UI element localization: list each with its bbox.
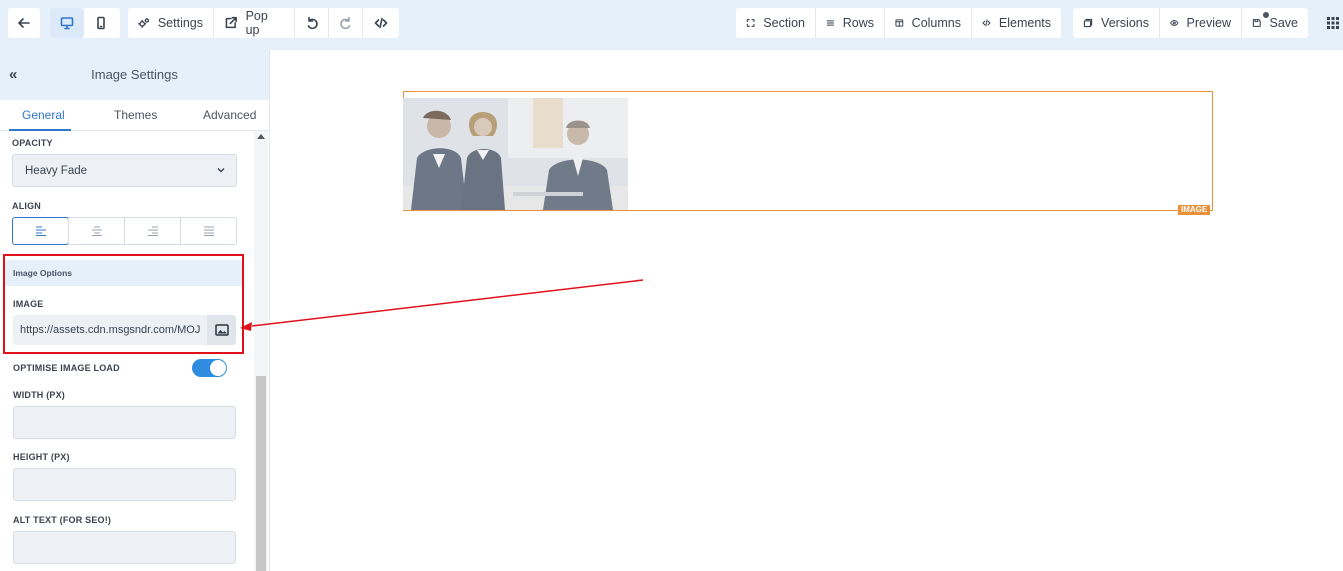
opacity-label: OPACITY bbox=[12, 138, 53, 148]
scroll-up-arrow-icon[interactable] bbox=[257, 134, 265, 139]
mobile-icon bbox=[97, 16, 105, 30]
alt-text-label: ALT TEXT (FOR SEO!) bbox=[13, 515, 112, 525]
tab-themes[interactable]: Themes bbox=[114, 108, 157, 122]
section-button[interactable]: Section bbox=[736, 8, 815, 38]
code-icon bbox=[982, 19, 991, 27]
chevron-down-icon bbox=[217, 168, 225, 173]
elements-button[interactable]: Elements bbox=[971, 8, 1061, 38]
eye-icon bbox=[1170, 20, 1179, 26]
tab-general[interactable]: General bbox=[22, 108, 65, 122]
mobile-view-button[interactable] bbox=[84, 8, 118, 38]
section-label: Section bbox=[763, 16, 805, 30]
optimise-image-label: OPTIMISE IMAGE LOAD bbox=[13, 363, 120, 373]
device-switcher bbox=[50, 8, 120, 38]
grid-icon bbox=[1326, 17, 1339, 29]
list-icon bbox=[826, 20, 834, 26]
columns-button[interactable]: Columns bbox=[884, 8, 971, 38]
toggle-knob bbox=[210, 360, 226, 376]
align-justify-icon bbox=[203, 226, 214, 236]
element-type-tag: IMAGE bbox=[1178, 205, 1211, 215]
redo-button[interactable] bbox=[328, 8, 362, 38]
sidebar-header: « Image Settings bbox=[0, 50, 269, 100]
elements-label: Elements bbox=[998, 16, 1051, 30]
width-input[interactable] bbox=[13, 406, 236, 439]
redo-icon bbox=[339, 16, 350, 30]
scrollbar-thumb[interactable] bbox=[256, 376, 266, 571]
versions-icon bbox=[1083, 18, 1093, 28]
align-right-button[interactable] bbox=[124, 218, 180, 244]
align-justify-button[interactable] bbox=[180, 218, 236, 244]
desktop-view-button[interactable] bbox=[50, 8, 84, 38]
align-center-icon bbox=[91, 226, 102, 236]
settings-sidebar: « Image Settings General Themes Advanced… bbox=[0, 50, 270, 571]
popup-button[interactable]: Pop up bbox=[213, 8, 294, 38]
tab-advanced[interactable]: Advanced bbox=[203, 108, 256, 122]
editor-tools: Settings Pop up bbox=[128, 8, 399, 38]
width-label: WIDTH (PX) bbox=[13, 390, 65, 400]
save-label: Save bbox=[1269, 16, 1299, 30]
rows-label: Rows bbox=[842, 16, 874, 30]
settings-label: Settings bbox=[157, 16, 203, 30]
optimise-image-toggle[interactable] bbox=[192, 359, 227, 377]
align-center-button[interactable] bbox=[68, 218, 124, 244]
business-meeting-image bbox=[403, 98, 628, 210]
expand-icon bbox=[746, 19, 755, 27]
undo-button[interactable] bbox=[294, 8, 328, 38]
code-icon bbox=[374, 17, 388, 29]
height-input[interactable] bbox=[13, 468, 236, 501]
preview-label: Preview bbox=[1186, 16, 1231, 30]
gears-icon bbox=[138, 18, 150, 28]
back-button[interactable] bbox=[8, 8, 40, 38]
structure-tools: Section Rows Columns Elements bbox=[736, 8, 1061, 38]
external-link-icon bbox=[225, 16, 237, 29]
save-button[interactable]: Save bbox=[1241, 8, 1308, 38]
preview-button[interactable]: Preview bbox=[1159, 8, 1241, 38]
sidebar-scrollbar[interactable] bbox=[254, 131, 268, 571]
versions-button[interactable]: Versions bbox=[1073, 8, 1159, 38]
versions-label: Versions bbox=[1101, 16, 1149, 30]
desktop-icon bbox=[60, 17, 74, 30]
save-icon bbox=[1252, 19, 1261, 27]
align-right-icon bbox=[147, 226, 158, 236]
opacity-value: Heavy Fade bbox=[25, 165, 88, 177]
top-toolbar: Settings Pop up Section Rows Columns Ele… bbox=[0, 0, 1343, 50]
code-button[interactable] bbox=[362, 8, 399, 38]
annotation-highlight-box bbox=[3, 254, 244, 354]
opacity-select[interactable]: Heavy Fade bbox=[12, 154, 237, 187]
align-left-icon bbox=[35, 226, 46, 236]
sidebar-title: Image Settings bbox=[91, 67, 178, 82]
popup-label: Pop up bbox=[245, 9, 268, 37]
settings-tabs: General Themes Advanced bbox=[0, 100, 269, 131]
columns-icon bbox=[895, 19, 904, 27]
publish-tools: Versions Preview Save bbox=[1073, 8, 1308, 38]
save-status-dot bbox=[1263, 12, 1269, 18]
rows-button[interactable]: Rows bbox=[815, 8, 884, 38]
undo-icon bbox=[307, 16, 318, 30]
alt-text-input[interactable] bbox=[13, 531, 236, 564]
back-arrow-icon bbox=[8, 8, 40, 38]
apps-menu-button[interactable] bbox=[1322, 8, 1343, 38]
settings-button[interactable]: Settings bbox=[128, 8, 213, 38]
align-left-button[interactable] bbox=[12, 217, 69, 245]
active-tab-indicator bbox=[9, 129, 71, 131]
align-button-group bbox=[12, 217, 237, 245]
height-label: HEIGHT (PX) bbox=[13, 452, 70, 462]
columns-label: Columns bbox=[911, 16, 961, 30]
align-label: ALIGN bbox=[12, 201, 41, 211]
